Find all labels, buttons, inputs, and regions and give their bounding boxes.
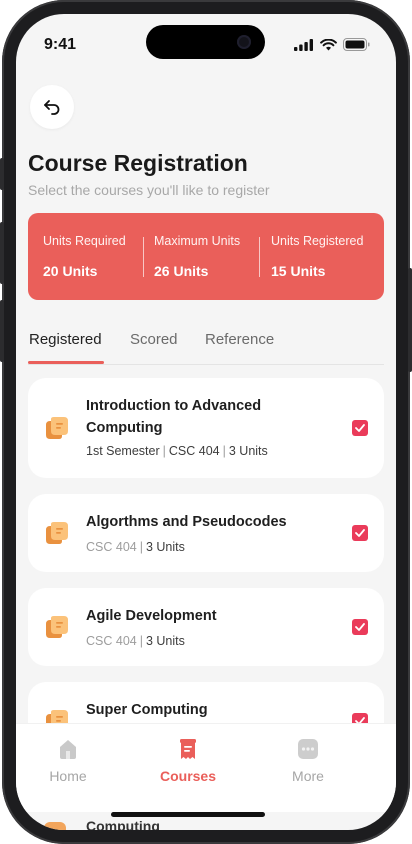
stat-divider [259, 237, 260, 277]
course-meta: CSC 404 | 3 Units [86, 540, 185, 554]
wifi-icon [320, 38, 337, 50]
page-title: Course Registration [28, 150, 248, 176]
course-units: 3 Units [145, 540, 185, 554]
stat-divider [143, 237, 144, 277]
units-summary-card: Units Required 20 Units Maximum Units 26… [28, 213, 384, 300]
course-card[interactable]: Introduction to Advanced Computing 1st S… [28, 378, 384, 478]
more-icon [298, 739, 318, 759]
nav-label: Courses [159, 768, 217, 784]
course-book-icon [44, 822, 66, 830]
home-icon [60, 740, 76, 759]
bottom-navigation: Home Courses More [16, 723, 396, 812]
course-name-peek: Computing [86, 818, 160, 830]
course-checkbox[interactable] [352, 420, 368, 436]
course-name: Super Computing [86, 702, 208, 718]
dynamic-island [146, 25, 265, 59]
courses-icon [180, 739, 196, 759]
back-arrow-icon [44, 100, 60, 115]
course-card[interactable]: Super Computing [28, 682, 384, 723]
app-screen: 9:41 Course Registration Select the cour… [16, 14, 396, 830]
nav-home[interactable]: Home [18, 738, 118, 784]
stat-value: 20 Units [43, 263, 98, 279]
course-meta: 1st Semester | CSC 404 | 3 Units [86, 444, 268, 458]
course-checkbox[interactable] [352, 619, 368, 635]
course-name: Agile Development [86, 608, 217, 624]
meta-separator: | [162, 444, 166, 458]
course-book-icon [46, 522, 68, 544]
back-button[interactable] [30, 85, 74, 129]
course-code: CSC 404 [86, 540, 137, 554]
course-tabs: Registered Scored Reference [28, 324, 384, 365]
battery-icon [343, 38, 370, 51]
stat-label: Units Registered [271, 234, 364, 248]
active-tab-indicator [28, 361, 104, 364]
action-button [0, 158, 4, 190]
signal-icon [294, 38, 313, 51]
page-subtitle: Select the courses you'll like to regist… [28, 182, 270, 198]
nav-label: More [292, 768, 324, 784]
course-card[interactable]: Algorthms and Pseudocodes CSC 404 | 3 Unit… [28, 494, 384, 572]
course-units: 3 Units [228, 444, 268, 458]
course-book-icon [46, 710, 68, 723]
nav-more[interactable]: More [258, 738, 358, 784]
status-icons [294, 38, 370, 51]
course-name: Algorthms and Pseudocodes [86, 514, 287, 530]
checkmark-icon [355, 623, 365, 631]
course-book-icon [46, 616, 68, 638]
stat-label: Maximum Units [154, 234, 241, 248]
status-time: 9:41 [44, 36, 77, 53]
meta-separator: | [139, 634, 143, 648]
power-button [408, 268, 412, 372]
course-semester: 1st Semester [86, 444, 160, 458]
nav-label: Home [49, 768, 87, 784]
meta-separator: | [139, 540, 143, 554]
course-list: Introduction to Advanced Computing 1st S… [16, 378, 396, 723]
course-checkbox[interactable] [352, 525, 368, 541]
stat-value: 26 Units [154, 263, 209, 279]
course-name: Introduction to Advanced Computing [86, 398, 262, 436]
stat-label: Units Required [43, 234, 126, 248]
tab-reference[interactable]: Reference [205, 331, 274, 348]
volume-down-button [0, 300, 4, 362]
meta-separator: | [222, 444, 226, 458]
course-checkbox[interactable] [352, 713, 368, 723]
tab-scored[interactable]: Scored [130, 331, 178, 348]
course-code: CSC 404 [86, 634, 137, 648]
course-meta: CSC 404 | 3 Units [86, 634, 185, 648]
stat-value: 15 Units [271, 263, 326, 279]
course-card[interactable]: Agile Development CSC 404 | 3 Units [28, 588, 384, 666]
course-units: 3 Units [145, 634, 185, 648]
checkmark-icon [355, 529, 365, 537]
nav-courses[interactable]: Courses [138, 738, 238, 784]
course-code: CSC 404 [168, 444, 220, 458]
home-indicator [111, 812, 265, 817]
course-book-icon [46, 417, 68, 439]
volume-up-button [0, 222, 4, 284]
camera-icon [237, 35, 251, 49]
checkmark-icon [355, 424, 365, 432]
tab-registered[interactable]: Registered [29, 331, 102, 348]
